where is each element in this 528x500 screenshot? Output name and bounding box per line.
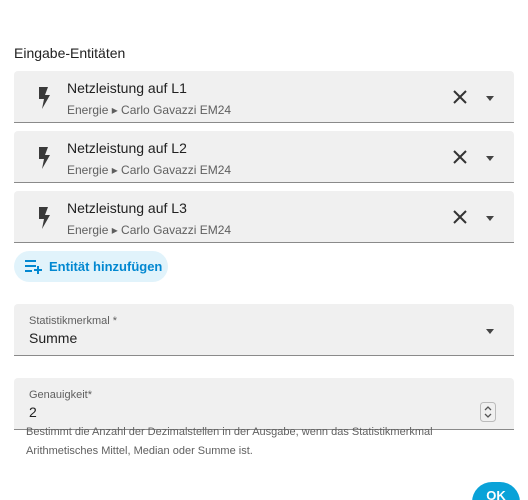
stepper-icon[interactable] xyxy=(480,402,496,422)
entity-name: Netzleistung auf L1 xyxy=(67,80,187,96)
entity-name: Netzleistung auf L2 xyxy=(67,140,187,156)
flash-icon xyxy=(39,207,50,229)
precision-helper-line1: Bestimmt die Anzahl der Dezimalstellen i… xyxy=(26,426,433,438)
statistic-value: Summe xyxy=(29,330,78,346)
chevron-down-icon[interactable] xyxy=(483,151,497,165)
section-title: Eingabe-Entitäten xyxy=(14,45,126,61)
flash-icon xyxy=(39,87,50,109)
entity-row-l3[interactable]: Netzleistung auf L3 Energie ▸ Carlo Gava… xyxy=(14,191,514,243)
flash-icon xyxy=(39,147,50,169)
ok-button[interactable]: OK xyxy=(472,482,520,500)
chevron-down-icon[interactable] xyxy=(483,91,497,105)
entity-subtitle: Energie ▸ Carlo Gavazzi EM24 xyxy=(67,223,232,237)
precision-value[interactable]: 2 xyxy=(29,404,37,420)
entity-row-l2[interactable]: Netzleistung auf L2 Energie ▸ Carlo Gava… xyxy=(14,131,514,183)
entity-name: Netzleistung auf L3 xyxy=(67,200,187,216)
close-icon[interactable] xyxy=(450,87,470,107)
entity-subtitle: Energie ▸ Carlo Gavazzi EM24 xyxy=(67,103,232,117)
chevron-down-icon[interactable] xyxy=(483,211,497,225)
playlist-plus-icon xyxy=(25,260,42,274)
add-entity-button[interactable]: Entität hinzufügen xyxy=(14,251,168,282)
entity-subtitle: Energie ▸ Carlo Gavazzi EM24 xyxy=(67,163,232,177)
statistic-select[interactable]: Statistikmerkmal * Summe xyxy=(14,304,514,356)
chevron-down-icon[interactable] xyxy=(483,324,497,338)
statistic-label: Statistikmerkmal * xyxy=(29,315,118,327)
precision-helper-line2: Arithmetisches Mittel, Median oder Summe… xyxy=(26,445,253,457)
precision-label: Genauigkeit* xyxy=(29,389,92,401)
close-icon[interactable] xyxy=(450,147,470,167)
close-icon[interactable] xyxy=(450,207,470,227)
entity-row-l1[interactable]: Netzleistung auf L1 Energie ▸ Carlo Gava… xyxy=(14,71,514,123)
add-entity-label: Entität hinzufügen xyxy=(49,259,163,274)
